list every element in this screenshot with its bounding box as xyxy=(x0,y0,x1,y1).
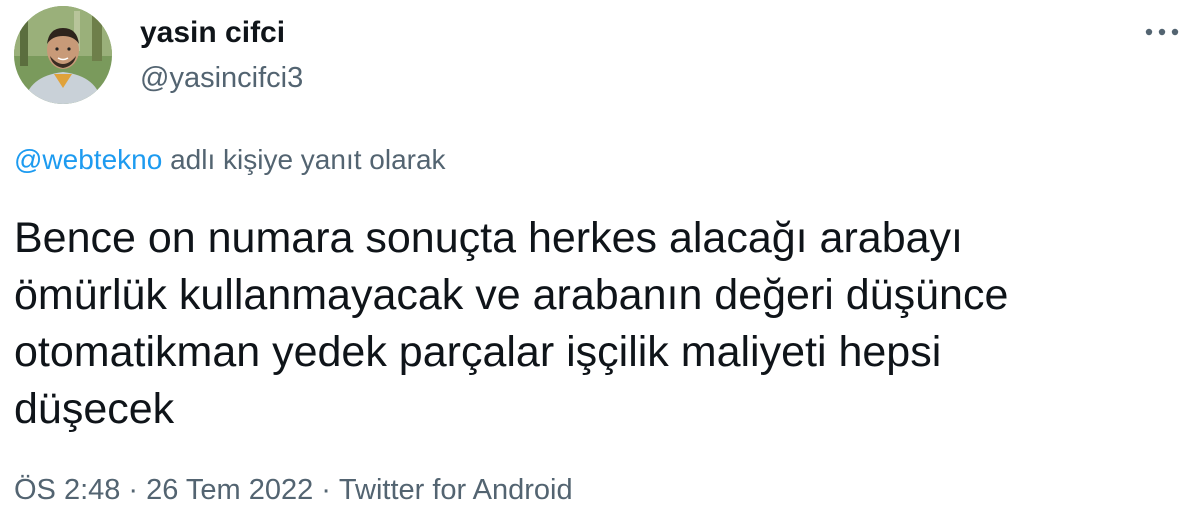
tweet-time[interactable]: ÖS 2:48 xyxy=(14,474,120,506)
meta-separator: · xyxy=(321,474,331,506)
meta-separator: · xyxy=(128,474,139,506)
more-options-button[interactable] xyxy=(1140,14,1184,50)
avatar-photo xyxy=(14,6,112,104)
tweet-date[interactable]: 26 Tem 2022 xyxy=(146,474,313,506)
reply-context: @webtekno adlı kişiye yanıt olarak xyxy=(14,144,446,176)
more-horizontal-icon xyxy=(1145,28,1179,36)
reply-context-label: adlı kişiye yanıt olarak xyxy=(162,144,446,175)
tweet-card: yasin cifci @yasincifci3 @webtekno adlı … xyxy=(0,0,1200,520)
tweet-text: Bence on numara sonuçta herkes alacağı a… xyxy=(14,214,1009,433)
tweet-source[interactable]: Twitter for Android xyxy=(339,474,573,506)
avatar[interactable] xyxy=(14,6,112,104)
author-display-name[interactable]: yasin cifci xyxy=(140,16,285,50)
author-handle[interactable]: @yasincifci3 xyxy=(140,62,303,95)
tweet-meta: ÖS 2:48 · 26 Tem 2022 · Twitter for Android xyxy=(14,474,573,507)
reply-mention-link[interactable]: @webtekno xyxy=(14,144,162,175)
